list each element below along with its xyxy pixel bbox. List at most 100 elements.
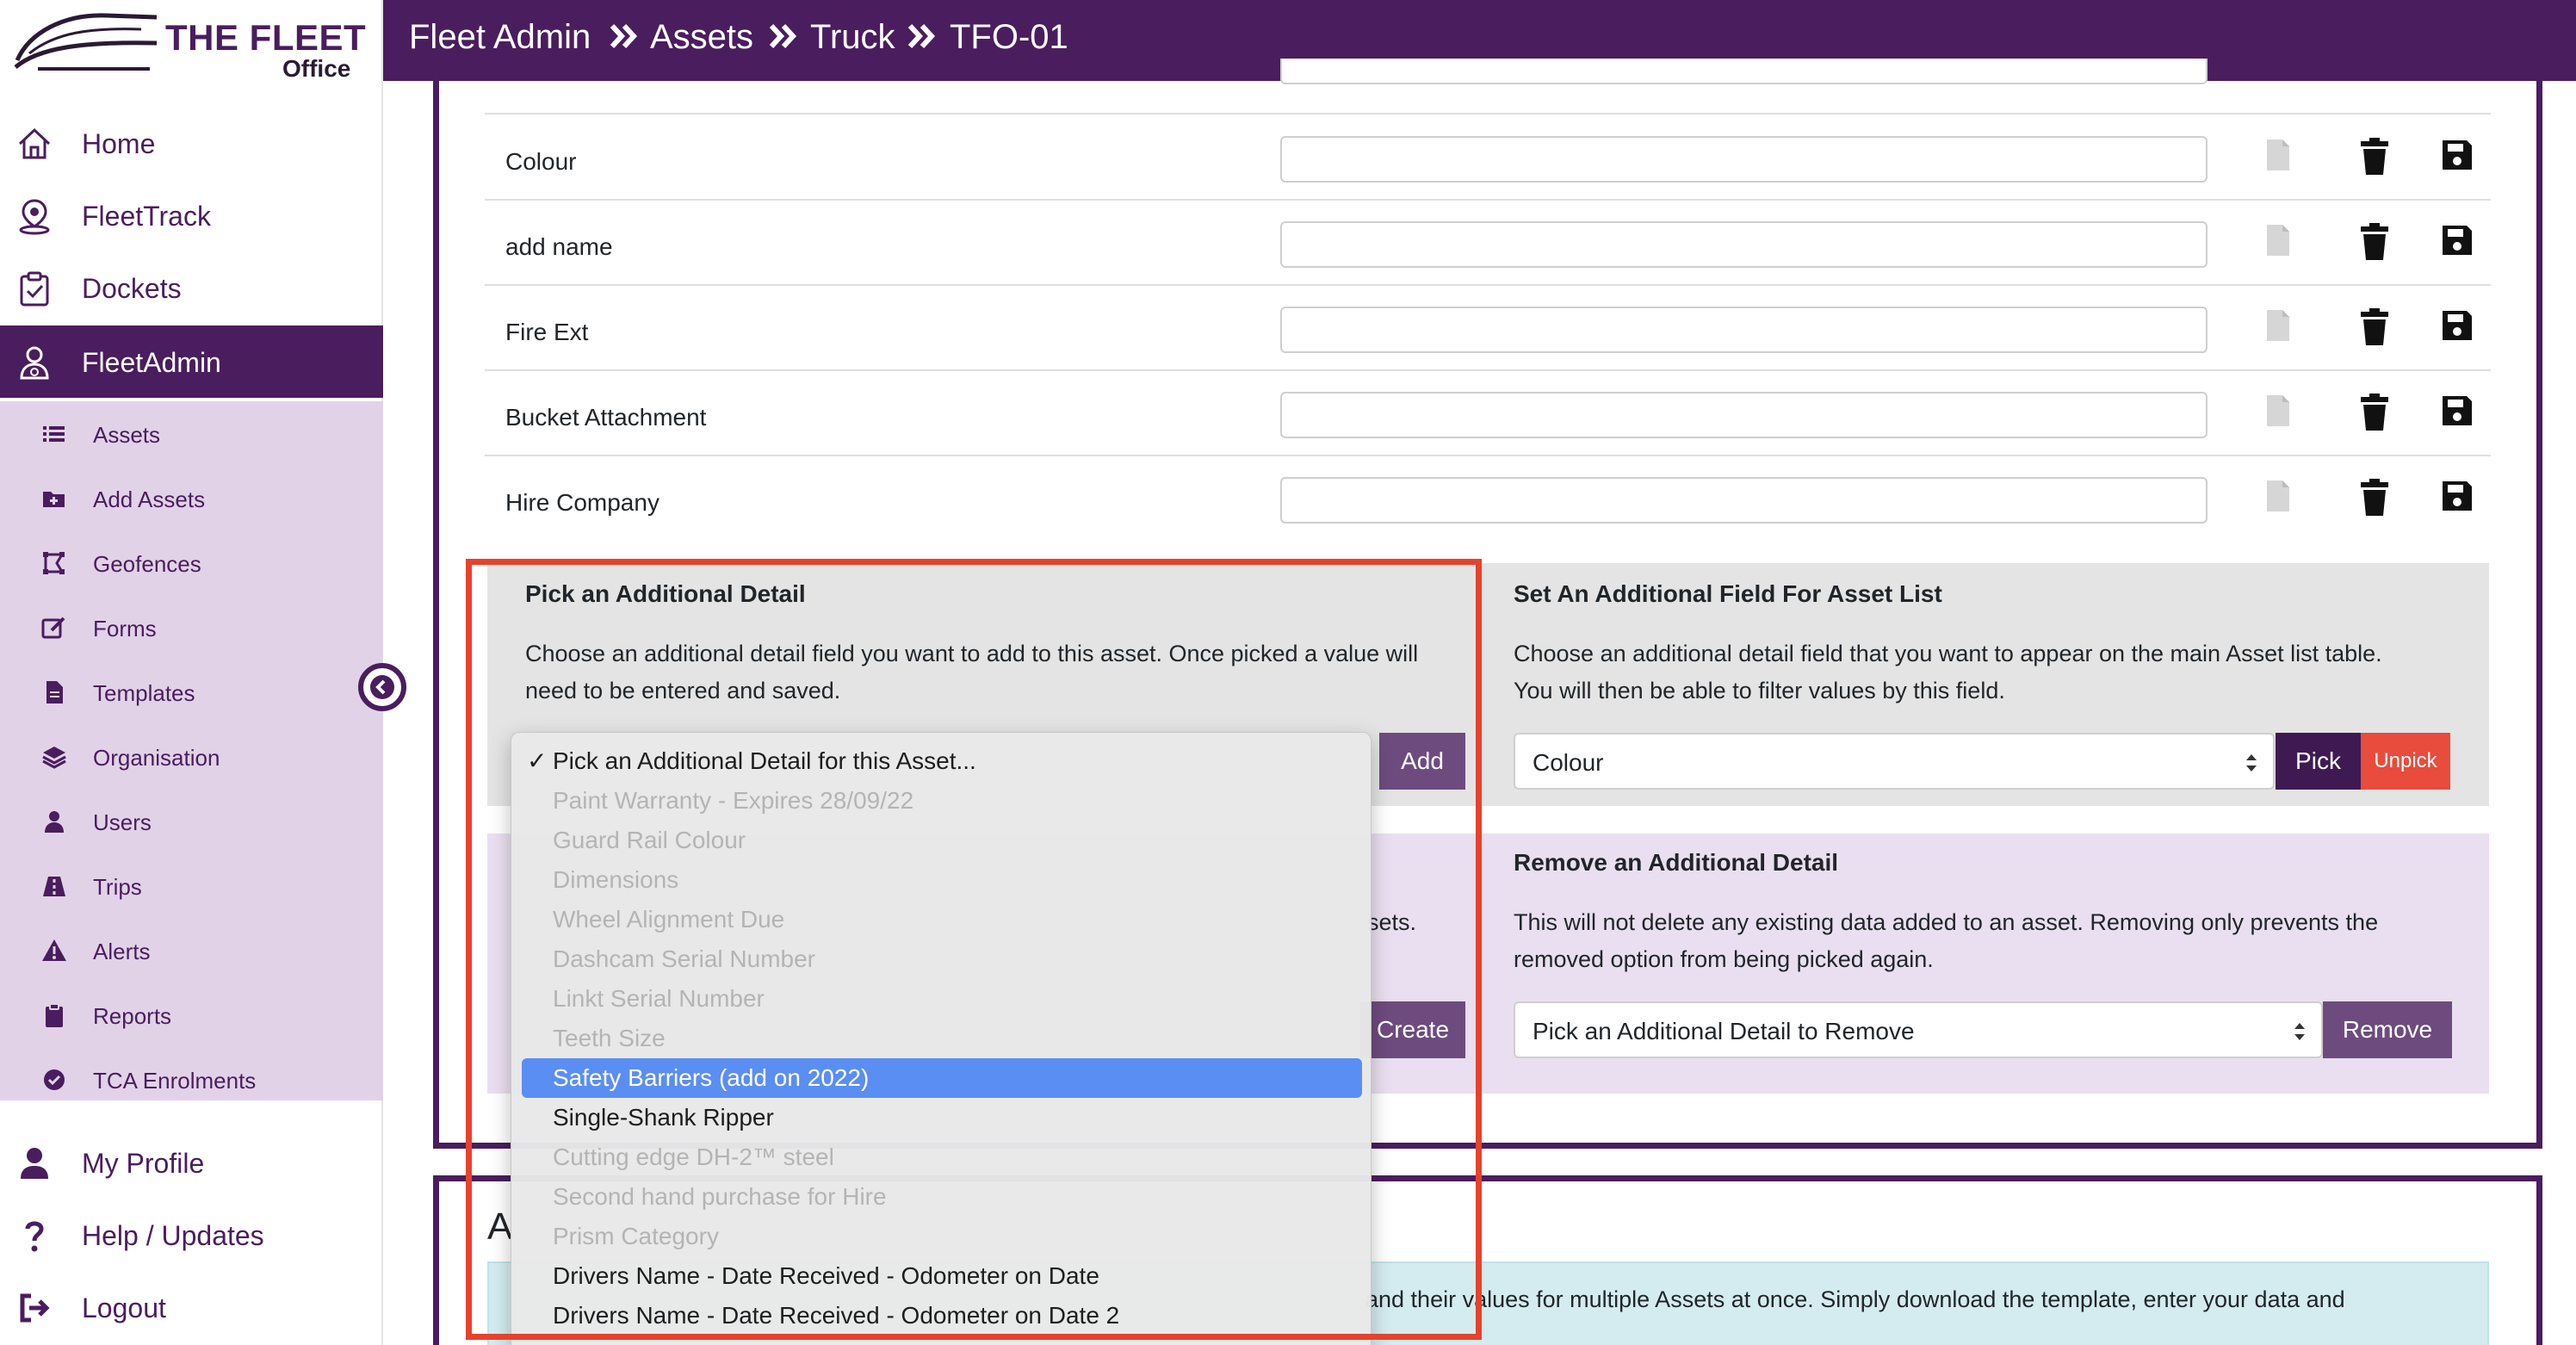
sidebar-item-label: Organisation: [93, 745, 220, 771]
nav-fleetadmin[interactable]: FleetAdmin: [0, 325, 383, 398]
user-icon: [21, 1148, 48, 1179]
detail-input-partial[interactable]: [1280, 59, 2208, 84]
folder-plus-icon: [43, 492, 65, 507]
remove-detail-title: Remove an Additional Detail: [1514, 849, 1839, 876]
nav-home-label: Home: [82, 128, 156, 159]
remove-detail-select[interactable]: Pick an Additional Detail to Remove: [1514, 1001, 2323, 1058]
save-icon[interactable]: [2441, 224, 2474, 257]
create-detail-button[interactable]: Create: [1360, 1001, 1465, 1058]
layers-icon: [42, 747, 66, 769]
collapse-sidebar-button[interactable]: [358, 663, 406, 711]
sidebar-item-label: Alerts: [93, 939, 151, 964]
dropdown-option[interactable]: Drivers Name - Date Received - Odometer …: [553, 1296, 1119, 1336]
dropdown-option: Dimensions: [553, 866, 679, 893]
trash-icon[interactable]: [2359, 138, 2390, 176]
dropdown-option: Guard Rail Colour: [553, 827, 746, 853]
detail-value-input[interactable]: [1280, 221, 2208, 268]
remove-detail-button[interactable]: Remove: [2323, 1001, 2452, 1058]
sidebar-item-geofences[interactable]: Geofences: [0, 530, 383, 595]
pick-detail-dropdown[interactable]: ✓ Pick an Additional Detail for this Ass…: [511, 732, 1372, 1345]
sidebar-item-tca-enrolments[interactable]: TCA Enrolments: [0, 1047, 383, 1112]
pdf-icon[interactable]: [2265, 308, 2291, 343]
sidebar-item-alerts[interactable]: Alerts: [0, 918, 383, 982]
sidebar-item-organisation[interactable]: Organisation: [0, 724, 383, 789]
sidebar-item-label: Reports: [93, 1003, 172, 1029]
nav-my-profile[interactable]: My Profile: [0, 1126, 383, 1199]
nav-dockets[interactable]: Dockets: [0, 251, 383, 324]
pdf-icon[interactable]: [2265, 138, 2291, 172]
save-icon[interactable]: [2441, 480, 2474, 512]
detail-row-label: Colour: [505, 148, 577, 175]
nav-fleettrack-label: FleetTrack: [82, 201, 211, 232]
dropdown-option: Prism Category: [553, 1223, 719, 1249]
dropdown-option-highlighted[interactable]: Safety Barriers (add on 2022): [522, 1058, 1362, 1098]
nav-fleetadmin-label: FleetAdmin: [82, 347, 221, 378]
sidebar-item-label: TCA Enrolments: [93, 1068, 257, 1094]
sidebar-item-label: Trips: [93, 874, 142, 900]
sidebar: THE FLEET Office Home FleetTrack Dockets…: [0, 0, 383, 1345]
trash-icon[interactable]: [2359, 308, 2390, 346]
trash-icon[interactable]: [2359, 479, 2390, 517]
add-detail-button[interactable]: Add: [1379, 733, 1465, 790]
detail-row-label: Hire Company: [505, 489, 659, 516]
trash-icon[interactable]: [2359, 394, 2390, 431]
check-icon: ✓: [527, 747, 548, 774]
bulk-info-text: and their values for multiple Assets at …: [1365, 1286, 2345, 1312]
sidebar-item-reports[interactable]: Reports: [0, 982, 383, 1047]
warning-icon: [42, 939, 66, 961]
detail-row: Colour: [485, 115, 2491, 201]
detail-value-input[interactable]: [1280, 307, 2208, 353]
brand-logo[interactable]: THE FLEET Office: [12, 7, 374, 82]
nav-help-updates-label: Help / Updates: [82, 1220, 264, 1251]
asset-list-field-value: Colour: [1533, 749, 1604, 776]
sidebar-item-templates[interactable]: Templates: [0, 660, 383, 724]
dropdown-option[interactable]: Drivers Name - Date Received - Odometer …: [553, 1256, 1099, 1296]
bulk-section-heading: A: [487, 1206, 513, 1248]
nav-fleettrack[interactable]: FleetTrack: [0, 179, 383, 251]
asset-list-field-select[interactable]: Colour: [1514, 733, 2275, 790]
trash-icon[interactable]: [2359, 223, 2390, 261]
remove-detail-desc-line1: This will not delete any existing data a…: [1514, 909, 2379, 935]
nav-help-updates[interactable]: Help / Updates: [0, 1199, 383, 1271]
save-icon[interactable]: [2441, 139, 2474, 171]
pick-detail-title: Pick an Additional Detail: [525, 580, 806, 607]
chevron-left-icon: [370, 675, 394, 699]
remove-detail-desc-line2: removed option from being picked again.: [1514, 946, 1934, 972]
dropdown-option: Teeth Size: [553, 1025, 666, 1051]
sidebar-item-label: Add Assets: [93, 487, 206, 512]
save-icon[interactable]: [2441, 309, 2474, 342]
detail-row-label: Bucket Attachment: [505, 404, 707, 431]
pdf-icon[interactable]: [2265, 479, 2291, 513]
dropdown-option-selected[interactable]: Pick an Additional Detail for this Asset…: [553, 741, 976, 781]
unpick-field-button[interactable]: Unpick: [2361, 733, 2450, 790]
clipboard-icon: [46, 1003, 63, 1027]
fleetadmin-subnav: Assets Add Assets Geofences Forms Templa…: [0, 401, 383, 1100]
pick-detail-desc-line1: Choose an additional detail field you wa…: [525, 641, 1419, 666]
remove-detail-select-value: Pick an Additional Detail to Remove: [1533, 1018, 1915, 1044]
sidebar-item-add-assets[interactable]: Add Assets: [0, 466, 383, 530]
logout-icon: [20, 1293, 50, 1323]
sidebar-item-users[interactable]: Users: [0, 789, 383, 853]
brand-title: THE FLEET: [165, 17, 367, 58]
map-pin-icon: [19, 199, 50, 235]
sidebar-item-forms[interactable]: Forms: [0, 595, 383, 660]
sidebar-item-label: Assets: [93, 422, 161, 448]
detail-row: Bucket Attachment: [485, 371, 2491, 456]
pick-field-button[interactable]: Pick: [2276, 733, 2361, 790]
nav-logout[interactable]: Logout: [0, 1271, 383, 1343]
pdf-icon[interactable]: [2265, 223, 2291, 257]
dropdown-option[interactable]: Single-Shank Ripper: [553, 1098, 774, 1137]
detail-value-input[interactable]: [1280, 477, 2208, 524]
select-arrows-icon: [2246, 754, 2257, 772]
nav-home[interactable]: Home: [0, 107, 383, 179]
sidebar-item-assets[interactable]: Assets: [0, 401, 383, 466]
save-icon[interactable]: [2441, 394, 2474, 427]
pdf-icon[interactable]: [2265, 394, 2291, 428]
nav-dockets-label: Dockets: [82, 273, 182, 304]
brand-subtitle: Office: [282, 55, 351, 82]
detail-value-input[interactable]: [1280, 392, 2208, 438]
sidebar-item-label: Templates: [93, 680, 195, 706]
detail-value-input[interactable]: [1280, 136, 2208, 183]
sidebar-item-trips[interactable]: Trips: [0, 853, 383, 918]
nav-logout-label: Logout: [82, 1292, 166, 1323]
